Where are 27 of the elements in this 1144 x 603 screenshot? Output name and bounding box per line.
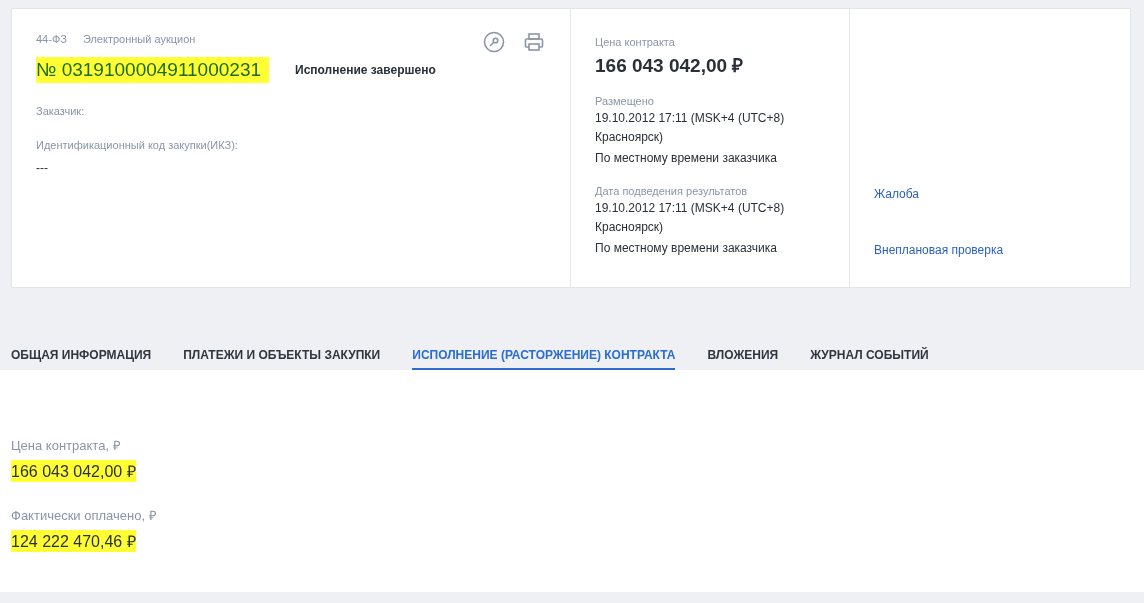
field-value: --- — [36, 160, 49, 177]
tab[interactable]: ЖУРНАЛ СОБЫТИЙ — [810, 330, 929, 370]
purchase-number: № 0319100004911000231 — [36, 57, 270, 83]
detail-label: Фактически оплачено, ₽ — [11, 507, 158, 524]
date-note: По местному времени заказчика — [595, 150, 778, 167]
date-label: Размещено — [595, 95, 655, 107]
date-value: 19.10.2012 17:11 (MSK+4 (UTC+8) Красноярск) — [595, 110, 786, 146]
tab[interactable]: ОБЩАЯ ИНФОРМАЦИЯ — [11, 330, 152, 370]
field-label: Заказчик: — [36, 105, 86, 117]
law-label: 44-ФЗ — [36, 33, 67, 47]
key-icon[interactable] — [483, 31, 505, 53]
tab[interactable]: ПЛАТЕЖИ И ОБЪЕКТЫ ЗАКУПКИ — [183, 330, 381, 370]
detail-value: 124 222 470,46 ₽ — [11, 530, 136, 552]
print-icon[interactable] — [523, 31, 545, 53]
procedure-type: Электронный аукцион — [82, 33, 196, 47]
price-value: 166 043 042,00 ₽ — [595, 54, 745, 78]
field-label: Идентификационный код закупки(ИКЗ): — [36, 139, 239, 151]
date-note: По местному времени заказчика — [595, 240, 778, 257]
link[interactable]: Жалоба — [874, 187, 1120, 201]
detail-value: 166 043 042,00 ₽ — [11, 460, 136, 482]
price-label: Цена контракта — [595, 36, 676, 48]
link[interactable]: Внеплановая проверка — [874, 243, 1120, 257]
date-value: 19.10.2012 17:11 (MSK+4 (UTC+8) Красноярск) — [595, 200, 786, 236]
date-label: Дата подведения результатов — [595, 185, 749, 197]
detail-label: Цена контракта, ₽ — [11, 437, 122, 454]
tab[interactable]: ВЛОЖЕНИЯ — [707, 330, 779, 370]
status-text: Исполнение завершено — [295, 63, 436, 77]
